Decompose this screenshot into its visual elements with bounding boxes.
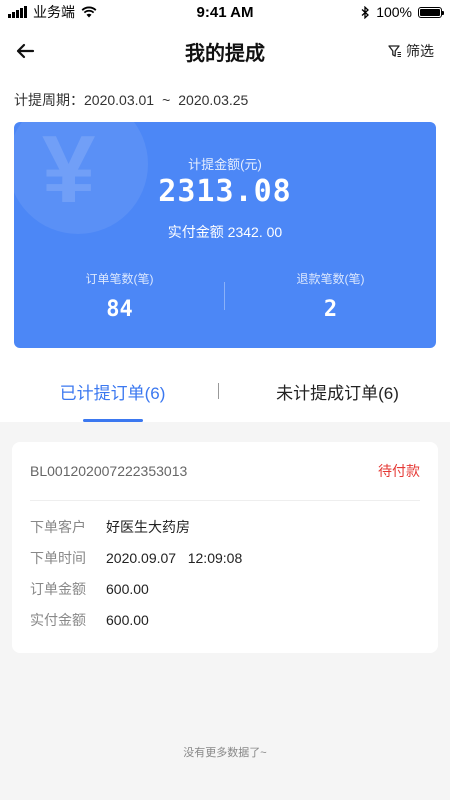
top-section: 业务端 9:41 AM 100% 我的提成 筛选 计提周期： 2020.03.0… — [0, 0, 450, 422]
back-button[interactable] — [0, 24, 50, 78]
amount-value: 2313.08 — [158, 174, 292, 209]
stats-row: 订单笔数(笔) 84 退款笔数(笔) 2 — [14, 270, 436, 322]
field-value: 好医生大药房 — [106, 518, 190, 535]
order-row-time: 下单时间 2020.09.07 12:09:08 — [30, 542, 420, 573]
stat-value: 84 — [106, 297, 133, 322]
stat-label: 退款笔数(笔) — [296, 272, 365, 286]
filter-label: 筛选 — [406, 43, 434, 59]
field-value: 600.00 — [106, 611, 149, 628]
nav-bar: 我的提成 筛选 — [0, 24, 450, 78]
funnel-icon — [388, 45, 401, 58]
order-card-header: BL001202007222353013 待付款 — [30, 442, 420, 501]
field-value: 600.00 — [106, 580, 149, 597]
field-key: 下单客户 — [30, 518, 86, 535]
summary-card: ¥ 计提金额(元) 2313.08 实付金额 2342. 00 订单笔数(笔) … — [14, 122, 436, 348]
battery-percent: 100% — [376, 4, 412, 20]
paid-amount: 实付金额 2342. 00 — [167, 224, 283, 240]
order-row-customer: 下单客户 好医生大药房 — [30, 511, 420, 542]
stats-divider — [224, 282, 225, 310]
tab-divider — [218, 383, 219, 399]
status-bar: 业务端 9:41 AM 100% — [0, 0, 450, 24]
stat-refunds: 退款笔数(笔) 2 — [225, 270, 436, 322]
wifi-icon — [81, 6, 97, 18]
stat-label: 订单笔数(笔) — [85, 272, 154, 286]
field-key: 订单金额 — [30, 580, 86, 597]
arrow-left-icon — [16, 43, 35, 59]
tab-accrued-orders[interactable]: 已计提订单(6) — [0, 360, 225, 422]
period-start: 2020.03.01 — [84, 92, 155, 108]
order-details: 下单客户 好医生大药房 下单时间 2020.09.07 12:09:08 订单金… — [30, 501, 420, 635]
field-value: 2020.09.07 12:09:08 — [106, 549, 243, 566]
order-row-paid: 实付金额 600.00 — [30, 604, 420, 635]
field-key: 下单时间 — [30, 549, 86, 566]
carrier-name: 业务端 — [33, 4, 75, 20]
stat-value: 2 — [323, 297, 338, 322]
no-more-data-text: 没有更多数据了~ — [183, 747, 267, 759]
period-end: 2020.03.25 — [178, 92, 249, 108]
period-label: 计提周期： — [14, 92, 84, 108]
page-title: 我的提成 — [185, 42, 265, 65]
order-number: BL001202007222353013 — [30, 463, 188, 479]
signal-icon — [8, 6, 27, 18]
battery-icon — [418, 6, 444, 18]
order-row-amount: 订单金额 600.00 — [30, 573, 420, 604]
stat-orders: 订单笔数(笔) 84 — [14, 270, 225, 322]
tab-unaccrued-orders[interactable]: 未计提成订单(6) — [225, 360, 450, 422]
field-key: 实付金额 — [30, 611, 86, 628]
order-tabs: 已计提订单(6) 未计提成订单(6) — [0, 360, 450, 422]
amount-label: 计提金额(元) — [188, 157, 262, 172]
order-status-badge: 待付款 — [378, 463, 420, 479]
bluetooth-icon — [361, 5, 370, 19]
period-separator: ~ — [162, 92, 171, 108]
order-card[interactable]: BL001202007222353013 待付款 下单客户 好医生大药房 下单时… — [12, 442, 438, 653]
filter-button[interactable]: 筛选 — [388, 41, 450, 61]
period-row: 计提周期： 2020.03.01 ~ 2020.03.25 — [0, 78, 450, 122]
